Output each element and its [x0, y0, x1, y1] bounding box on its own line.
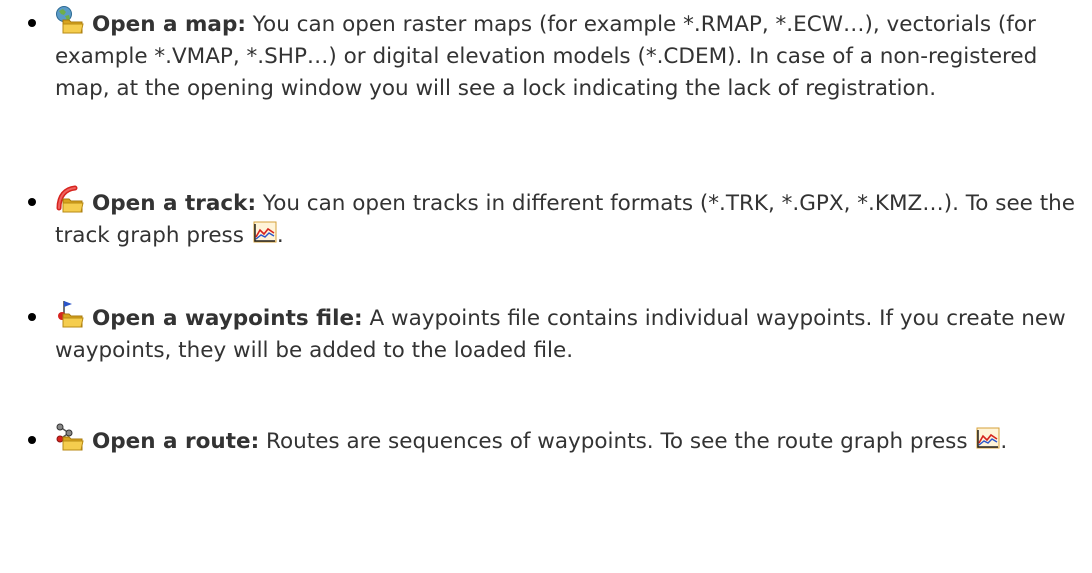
item-tail: .	[276, 223, 284, 248]
open-track-icon	[55, 184, 85, 214]
open-route-icon	[55, 422, 85, 452]
item-tail: .	[1000, 429, 1008, 454]
list-item-text: Open a route: Routes are sequences of wa…	[55, 422, 1085, 458]
list-item-open-map: Open a map: You can open raster maps (fo…	[28, 5, 1085, 105]
item-heading: Open a route:	[92, 429, 260, 454]
bullet	[28, 19, 36, 27]
item-heading: Open a track:	[92, 191, 257, 216]
list-item-open-waypoints: Open a waypoints file: A waypoints file …	[28, 299, 1085, 367]
list-item-open-track: Open a track: You can open tracks in dif…	[28, 184, 1085, 252]
list-item-text: Open a waypoints file: A waypoints file …	[55, 299, 1085, 367]
item-body: Routes are sequences of waypoints. To se…	[259, 429, 975, 454]
open-waypoints-icon	[55, 299, 85, 329]
item-heading: Open a map:	[92, 12, 246, 37]
bullet	[28, 436, 36, 444]
list-item-text: Open a map: You can open raster maps (fo…	[55, 5, 1085, 105]
bullet	[28, 313, 36, 321]
graph-icon	[253, 221, 277, 243]
item-heading: Open a waypoints file:	[92, 306, 363, 331]
open-map-icon	[55, 5, 85, 35]
list-item-open-route: Open a route: Routes are sequences of wa…	[28, 422, 1085, 458]
graph-icon	[976, 427, 1000, 449]
bullet	[28, 198, 36, 206]
list-item-text: Open a track: You can open tracks in dif…	[55, 184, 1085, 252]
